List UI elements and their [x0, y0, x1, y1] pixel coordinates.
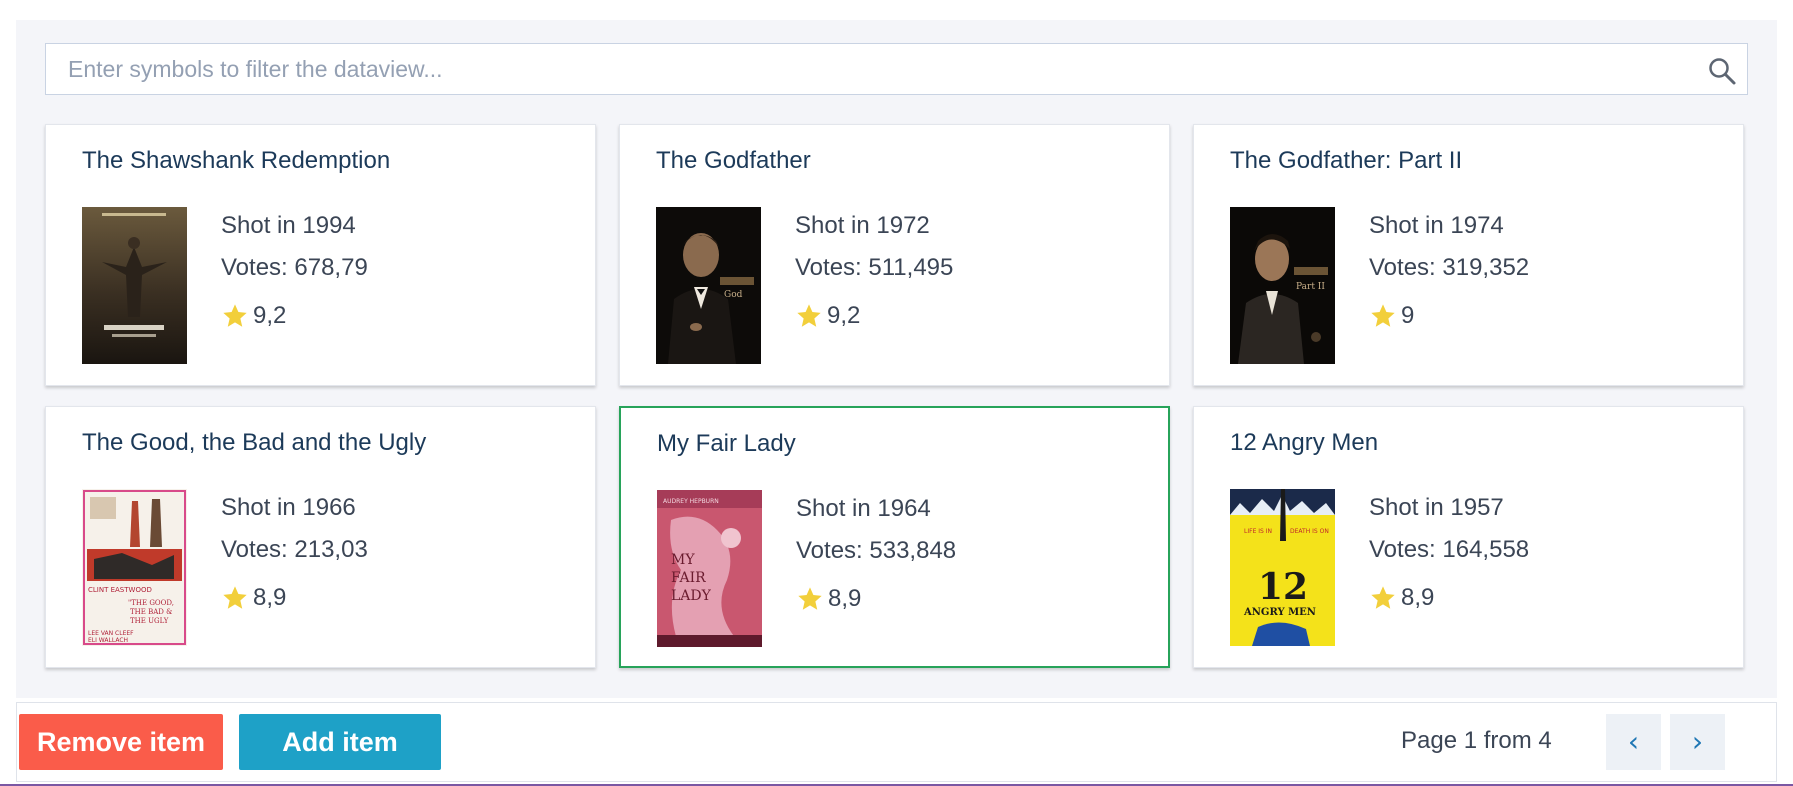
page-info: Page 1 from 4: [1401, 727, 1552, 754]
star-icon: [798, 587, 822, 610]
movie-rating: 8,9: [221, 577, 368, 619]
svg-text:THE BAD &: THE BAD &: [130, 608, 172, 616]
movie-poster: LIFE IS IN DEATH IS ON 12 ANGRY MEN: [1230, 489, 1335, 646]
svg-text:ELI WALLACH: ELI WALLACH: [88, 637, 128, 644]
rating-value: 9: [1401, 302, 1415, 329]
movie-title: The Godfather: [656, 147, 811, 174]
chevron-left-icon: ‹: [1627, 725, 1640, 758]
footer-toolbar: Remove item Add item Page 1 from 4 ‹ ›: [16, 702, 1777, 782]
prev-page-button[interactable]: ‹: [1606, 714, 1661, 770]
svg-text:"THE GOOD,: "THE GOOD,: [128, 599, 174, 607]
rating-value: 8,9: [253, 584, 287, 611]
movie-year: Shot in 1957: [1369, 494, 1504, 521]
movie-year: Shot in 1994: [221, 212, 356, 239]
movie-poster: God: [656, 207, 761, 364]
rating-value: 8,9: [1401, 584, 1435, 611]
star-icon: [1371, 304, 1395, 327]
svg-text:LIFE IS IN: LIFE IS IN: [1244, 528, 1272, 535]
movie-card[interactable]: 12 Angry Men LIFE IS IN DEATH IS ON 12 A…: [1193, 406, 1744, 668]
star-icon: [797, 304, 821, 327]
movie-year: Shot in 1972: [795, 212, 930, 239]
movie-card[interactable]: The Godfather God Shot in 1972 Votes: 51…: [619, 124, 1170, 386]
movie-card[interactable]: The Shawshank Redemption Shot in 1994 Vo…: [45, 124, 596, 386]
rating-value: 9,2: [253, 302, 287, 329]
svg-text:DEATH IS ON: DEATH IS ON: [1290, 528, 1329, 535]
search-icon[interactable]: [1707, 56, 1737, 86]
movie-card-selected[interactable]: My Fair Lady AUDREY HEPBURN MY FAIR LADY…: [619, 406, 1170, 668]
movie-title: The Shawshank Redemption: [82, 147, 391, 174]
movie-rating: 8,9: [796, 578, 956, 620]
movie-votes: Votes: 319,352: [1369, 254, 1530, 281]
remove-item-button[interactable]: Remove item: [19, 714, 223, 770]
search-box: [45, 43, 1748, 95]
svg-text:God: God: [724, 290, 743, 300]
movie-card[interactable]: The Godfather: Part II Part II Shot in 1…: [1193, 124, 1744, 386]
movie-card[interactable]: The Good, the Bad and the Ugly CLINT EAS…: [45, 406, 596, 668]
next-page-button[interactable]: ›: [1670, 714, 1725, 770]
movie-votes: Votes: 213,03: [221, 536, 368, 563]
rating-value: 8,9: [828, 585, 862, 612]
svg-text:MY: MY: [671, 552, 695, 568]
svg-text:CLINT EASTWOOD: CLINT EASTWOOD: [88, 586, 152, 594]
movie-title: 12 Angry Men: [1230, 429, 1379, 456]
movie-poster: CLINT EASTWOOD "THE GOOD, THE BAD & THE …: [82, 489, 187, 646]
star-icon: [223, 304, 247, 327]
movie-rating: 9: [1369, 295, 1529, 337]
svg-text:ANGRY MEN: ANGRY MEN: [1243, 607, 1316, 618]
movie-votes: Votes: 678,79: [221, 254, 368, 281]
svg-text:THE UGLY: THE UGLY: [130, 617, 169, 625]
svg-text:LEE VAN CLEEF: LEE VAN CLEEF: [88, 630, 134, 637]
add-item-button[interactable]: Add item: [239, 714, 441, 770]
svg-text:Part II: Part II: [1296, 282, 1325, 292]
movie-poster: Part II: [1230, 207, 1335, 364]
movie-rating: 8,9: [1369, 577, 1529, 619]
movie-title: The Godfather: Part II: [1230, 147, 1463, 174]
movie-title: The Good, the Bad and the Ugly: [82, 429, 427, 456]
svg-text:LADY: LADY: [671, 588, 712, 604]
movie-year: Shot in 1964: [796, 495, 931, 522]
star-icon: [223, 586, 247, 609]
movie-poster: AUDREY HEPBURN MY FAIR LADY: [657, 490, 762, 647]
svg-text:AUDREY HEPBURN: AUDREY HEPBURN: [663, 498, 719, 505]
movie-votes: Votes: 164,558: [1369, 536, 1530, 563]
movie-year: Shot in 1974: [1369, 212, 1504, 239]
chevron-right-icon: ›: [1691, 725, 1704, 758]
movie-votes: Votes: 511,495: [795, 254, 954, 281]
movie-rating: 9,2: [221, 295, 368, 337]
search-input[interactable]: [46, 44, 1747, 94]
movie-year: Shot in 1966: [221, 494, 356, 521]
svg-text:FAIR: FAIR: [671, 570, 706, 586]
movie-title: My Fair Lady: [657, 430, 796, 457]
movie-votes: Votes: 533,848: [796, 537, 957, 564]
movie-poster: [82, 207, 187, 364]
star-icon: [1371, 586, 1395, 609]
movie-rating: 9,2: [795, 295, 953, 337]
rating-value: 9,2: [827, 302, 861, 329]
svg-text:12: 12: [1258, 566, 1308, 608]
